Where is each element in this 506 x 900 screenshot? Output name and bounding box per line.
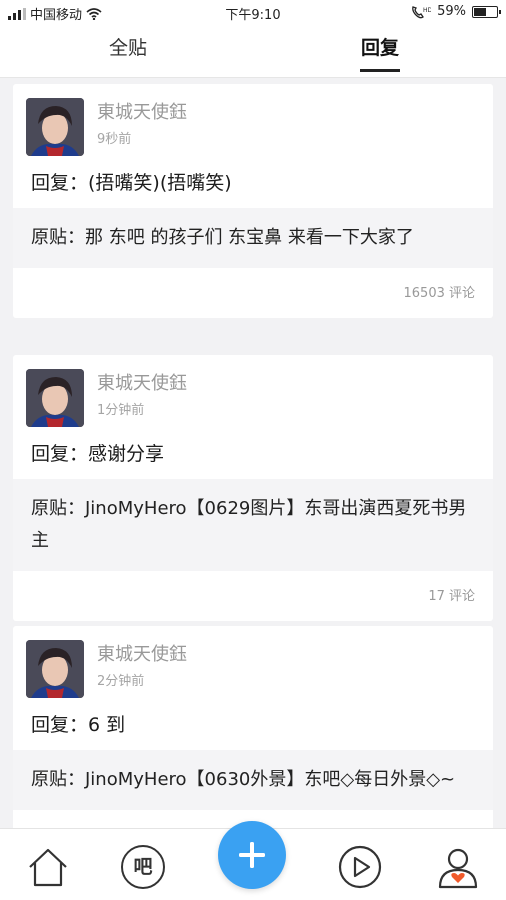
username[interactable]: 東城天使鈺 xyxy=(97,98,187,124)
tab-all-posts[interactable]: 全贴 xyxy=(68,34,188,74)
add-post-button[interactable] xyxy=(218,821,286,889)
svg-text:HD: HD xyxy=(423,7,431,14)
reply-card-header: 東城天使鈺 9秒前 回复：(捂嘴笑)(捂嘴笑) xyxy=(13,84,493,208)
original-post[interactable]: 原贴：JinoMyHero【0630外景】东吧◇每日外景◇~ xyxy=(13,750,493,810)
reply-card-footer: 16503 评论 xyxy=(13,268,493,318)
tieba-icon-label: 吧 xyxy=(133,856,153,878)
reply-card[interactable]: 東城天使鈺 2分钟前 回复：6 到 原贴：JinoMyHero【0630外景】东… xyxy=(13,626,493,828)
post-time: 1分钟前 xyxy=(97,403,145,418)
original-post[interactable]: 原贴：JinoMyHero【0629图片】东哥出演西夏死书男主 xyxy=(13,479,493,571)
avatar[interactable] xyxy=(26,369,84,427)
battery-fill xyxy=(474,7,486,16)
post-time: 9秒前 xyxy=(97,132,132,147)
reply-card-footer: 17 评论 xyxy=(13,571,493,621)
status-bar: 中国移动 下午9:10 HD 59% xyxy=(0,0,506,26)
reply-text[interactable]: 回复：6 到 xyxy=(31,710,125,737)
bottom-nav: 吧 xyxy=(0,821,506,900)
reply-text[interactable]: 回复：感谢分享 xyxy=(31,439,164,466)
reply-card-header: 東城天使鈺 1分钟前 回复：感谢分享 xyxy=(13,355,493,479)
plus-icon xyxy=(239,842,265,868)
tieba-icon[interactable]: 吧 xyxy=(121,845,165,889)
avatar-image xyxy=(26,640,84,698)
reply-card-header: 東城天使鈺 2分钟前 回复：6 到 xyxy=(13,626,493,750)
battery-percent: 59% xyxy=(437,4,466,19)
tab-replies-label: 回复 xyxy=(360,37,399,59)
tab-all-posts-label: 全贴 xyxy=(108,37,147,59)
play-icon[interactable] xyxy=(338,845,382,889)
phone-hd-icon: HD xyxy=(412,5,431,18)
post-time: 2分钟前 xyxy=(97,674,145,689)
tab-replies[interactable]: 回复 xyxy=(320,34,440,74)
status-right: HD 59% xyxy=(411,4,501,19)
profile-icon[interactable] xyxy=(436,845,480,889)
reply-text[interactable]: 回复：(捂嘴笑)(捂嘴笑) xyxy=(31,168,232,195)
username[interactable]: 東城天使鈺 xyxy=(97,640,187,666)
reply-card[interactable]: 東城天使鈺 1分钟前 回复：感谢分享 原贴：JinoMyHero【0629图片】… xyxy=(13,355,493,621)
avatar[interactable] xyxy=(26,640,84,698)
avatar-image xyxy=(26,98,84,156)
home-icon[interactable] xyxy=(26,845,70,889)
comment-count: 16503 评论 xyxy=(403,286,476,301)
comment-count: 17 评论 xyxy=(428,589,475,604)
avatar-image xyxy=(26,369,84,427)
tab-bar: 全贴 回复 xyxy=(0,26,506,78)
battery-icon xyxy=(472,5,501,18)
avatar[interactable] xyxy=(26,98,84,156)
reply-feed[interactable]: 東城天使鈺 9秒前 回复：(捂嘴笑)(捂嘴笑) 原贴：那 东吧 的孩子们 东宝鼻… xyxy=(0,80,506,828)
username[interactable]: 東城天使鈺 xyxy=(97,369,187,395)
reply-card[interactable]: 東城天使鈺 9秒前 回复：(捂嘴笑)(捂嘴笑) 原贴：那 东吧 的孩子们 东宝鼻… xyxy=(13,84,493,318)
original-post[interactable]: 原贴：那 东吧 的孩子们 东宝鼻 来看一下大家了 xyxy=(13,208,493,268)
tab-active-indicator xyxy=(360,69,400,72)
